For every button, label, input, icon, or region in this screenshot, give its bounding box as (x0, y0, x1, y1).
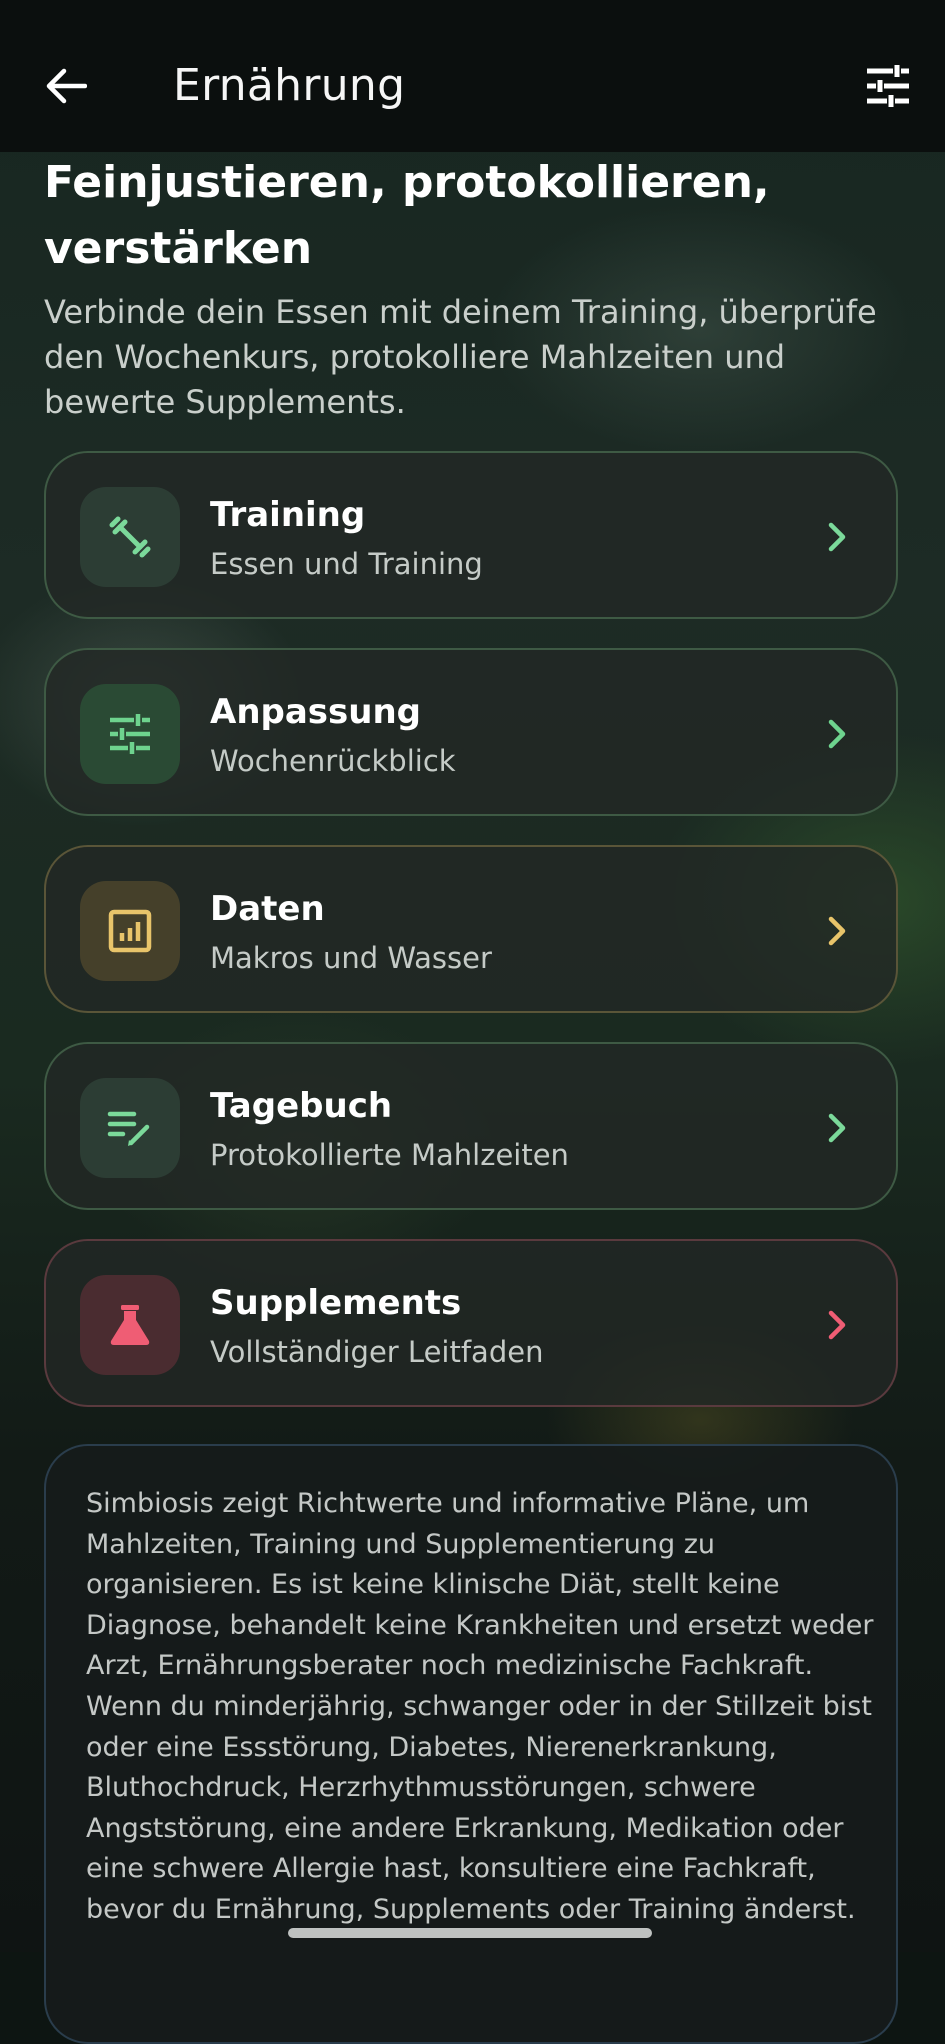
card-title: Training (210, 495, 366, 535)
card-training[interactable]: Training Essen und Training (44, 451, 898, 619)
gesture-navigation-bar[interactable] (288, 1928, 652, 1938)
card-icon-box (80, 684, 180, 784)
arrow-left-icon (46, 68, 87, 104)
card-subtitle: Wochenrückblick (210, 744, 456, 778)
card-title: Anpassung (210, 692, 422, 732)
card-icon-box (80, 1078, 180, 1178)
back-button[interactable] (38, 58, 94, 114)
chevron-right-icon (828, 1113, 846, 1143)
card-supplements[interactable]: Supplements Vollständiger Leitfaden (44, 1239, 898, 1407)
card-subtitle: Protokollierte Mahlzeiten (210, 1138, 569, 1172)
disclaimer-text: Simbiosis zeigt Richtwerte und informati… (86, 1488, 874, 1925)
chevron-right-icon (828, 522, 846, 552)
top-app-bar: Ernährung (0, 0, 945, 152)
card-title: Supplements (210, 1283, 462, 1323)
card-daten[interactable]: Daten Makros und Wasser (44, 845, 898, 1013)
card-subtitle: Essen und Training (210, 547, 483, 581)
tune-sliders-icon (867, 65, 909, 107)
edit-list-icon (107, 1111, 150, 1146)
card-icon-box (80, 881, 180, 981)
flask-icon (110, 1305, 150, 1345)
section-intro: Verbinde dein Essen mit deinem Training,… (44, 293, 877, 421)
dumbbell-icon (109, 516, 151, 558)
bar-chart-icon (108, 909, 152, 953)
section-heading: Feinjustieren, protokollieren, verstärke… (44, 157, 770, 274)
card-subtitle: Vollständiger Leitfaden (210, 1335, 544, 1369)
disclaimer-card: Simbiosis zeigt Richtwerte und informati… (44, 1444, 898, 2044)
card-subtitle: Makros und Wasser (210, 941, 492, 975)
filter-button[interactable] (858, 58, 918, 114)
card-icon-box (80, 1275, 180, 1375)
chevron-right-icon (828, 916, 846, 946)
card-icon-box (80, 487, 180, 587)
card-title: Daten (210, 889, 325, 929)
chevron-right-icon (828, 1310, 846, 1340)
card-anpassung[interactable]: Anpassung Wochenrückblick (44, 648, 898, 816)
card-title: Tagebuch (210, 1086, 393, 1126)
tune-sliders-icon (110, 714, 150, 754)
chevron-right-icon (828, 719, 846, 749)
card-tagebuch[interactable]: Tagebuch Protokollierte Mahlzeiten (44, 1042, 898, 1210)
page-title: Ernährung (173, 60, 406, 111)
